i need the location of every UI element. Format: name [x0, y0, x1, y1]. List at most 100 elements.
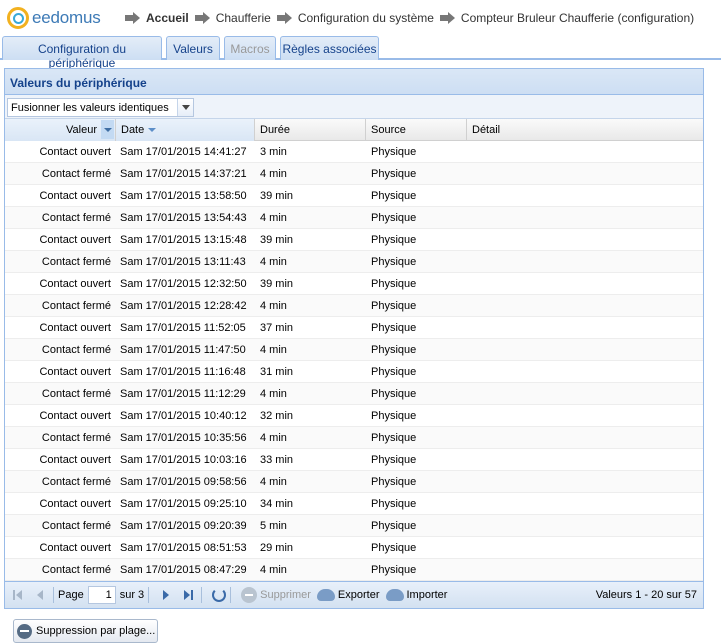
- table-row[interactable]: Contact fermé Sam 17/01/2015 08:47:29 4 mi…: [5, 559, 703, 581]
- table-row[interactable]: Contact fermé Sam 17/01/2015 09:58:56 4 mi…: [5, 471, 703, 493]
- cell-duree: 4 min: [260, 168, 287, 180]
- cell-valeur: Contact fermé: [41, 212, 111, 224]
- column-header-date[interactable]: Date: [116, 119, 255, 141]
- table-row[interactable]: Contact ouvert Sam 17/01/2015 11:16:48 31 …: [5, 361, 703, 383]
- cell-valeur: Contact ouvert: [39, 190, 111, 202]
- table-row[interactable]: Contact ouvert Sam 17/01/2015 13:15:48 39 …: [5, 229, 703, 251]
- cell-duree: 33 min: [260, 454, 294, 466]
- table-row[interactable]: Contact fermé Sam 17/01/2015 14:37:21 4 mi…: [5, 163, 703, 185]
- cell-valeur: Contact fermé: [41, 476, 111, 488]
- table-row[interactable]: Contact fermé Sam 17/01/2015 12:28:42 4 mi…: [5, 295, 703, 317]
- breadcrumb-device[interactable]: Compteur Bruleur Chaufferie (configurati…: [434, 11, 694, 25]
- table-row[interactable]: Contact ouvert Sam 17/01/2015 09:25:10 34 …: [5, 493, 703, 515]
- range-delete-button[interactable]: Suppression par plage...: [13, 619, 158, 643]
- cell-source: Physique: [371, 564, 417, 576]
- import-button[interactable]: Importer: [385, 589, 447, 601]
- grouping-select[interactable]: Fusionner les valeurs identiques: [7, 98, 194, 117]
- paging-info: Valeurs 1 - 20 sur 57: [595, 589, 697, 601]
- breadcrumb-chaufferie[interactable]: Chaufferie: [189, 11, 271, 25]
- cell-duree: 4 min: [260, 344, 287, 356]
- cell-source: Physique: [371, 388, 417, 400]
- cell-date: Sam 17/01/2015 09:20:39: [120, 520, 247, 532]
- tab-values[interactable]: Valeurs: [166, 36, 220, 60]
- breadcrumb-home[interactable]: Accueil: [119, 11, 189, 25]
- column-header-detail[interactable]: Détail: [467, 119, 703, 141]
- cell-source: Physique: [371, 476, 417, 488]
- cloud-download-icon: [385, 589, 404, 601]
- minus-circle-icon: [241, 587, 258, 603]
- column-menu-icon[interactable]: [101, 120, 114, 139]
- cell-date: Sam 17/01/2015 14:41:27: [120, 146, 247, 158]
- table-row[interactable]: Contact fermé Sam 17/01/2015 11:47:50 4 mi…: [5, 339, 703, 361]
- cell-source: Physique: [371, 146, 417, 158]
- table-row[interactable]: Contact fermé Sam 17/01/2015 09:20:39 5 mi…: [5, 515, 703, 537]
- cell-detail: [467, 251, 703, 272]
- cell-date: Sam 17/01/2015 10:03:16: [120, 454, 247, 466]
- cell-duree: 39 min: [260, 278, 294, 290]
- separator: [53, 587, 54, 603]
- table-row[interactable]: Contact fermé Sam 17/01/2015 11:12:29 4 mi…: [5, 383, 703, 405]
- cell-valeur: Contact ouvert: [39, 542, 111, 554]
- chevron-down-icon[interactable]: [177, 99, 193, 116]
- next-page-icon[interactable]: [157, 586, 175, 604]
- previous-page-icon[interactable]: [31, 586, 49, 604]
- cell-valeur: Contact fermé: [41, 564, 111, 576]
- table-row[interactable]: Contact ouvert Sam 17/01/2015 12:32:50 39 …: [5, 273, 703, 295]
- table-row[interactable]: Contact ouvert Sam 17/01/2015 14:41:27 3 m…: [5, 141, 703, 163]
- table-row[interactable]: Contact ouvert Sam 17/01/2015 10:40:12 32 …: [5, 405, 703, 427]
- table-row[interactable]: Contact ouvert Sam 17/01/2015 11:52:05 37 …: [5, 317, 703, 339]
- table-row[interactable]: Contact fermé Sam 17/01/2015 10:35:56 4 mi…: [5, 427, 703, 449]
- delete-button[interactable]: Supprimer: [241, 587, 311, 603]
- breadcrumb-system-config[interactable]: Configuration du système: [271, 11, 434, 25]
- refresh-icon[interactable]: [212, 588, 227, 602]
- export-button[interactable]: Exporter: [316, 589, 380, 601]
- cell-detail: [467, 339, 703, 360]
- cell-duree: 34 min: [260, 498, 294, 510]
- cell-duree: 39 min: [260, 190, 294, 202]
- table-row[interactable]: Contact fermé Sam 17/01/2015 13:11:43 4 mi…: [5, 251, 703, 273]
- cell-date: Sam 17/01/2015 11:47:50: [120, 344, 246, 356]
- cell-date: Sam 17/01/2015 11:12:29: [120, 388, 246, 400]
- cell-detail: [467, 317, 703, 338]
- last-page-icon[interactable]: [179, 586, 197, 604]
- logo-text: eedomus: [32, 8, 101, 27]
- page-number-input[interactable]: 1: [87, 586, 116, 604]
- eedomus-logo[interactable]: eedomus: [7, 7, 119, 29]
- cell-source: Physique: [371, 454, 417, 466]
- panel-title: Valeurs du périphérique: [5, 69, 703, 95]
- cell-duree: 5 min: [260, 520, 287, 532]
- cell-date: Sam 17/01/2015 08:51:53: [120, 542, 247, 554]
- tab-device-config[interactable]: Configuration du périphérique: [2, 36, 162, 70]
- cell-detail: [467, 163, 703, 184]
- cell-valeur: Contact fermé: [41, 388, 111, 400]
- paging-toolbar: Page 1 sur 3 Supprimer Exporter Importer…: [5, 581, 703, 608]
- tab-rules[interactable]: Règles associées: [280, 36, 379, 60]
- cell-valeur: Contact ouvert: [39, 146, 111, 158]
- cell-date: Sam 17/01/2015 08:47:29: [120, 564, 247, 576]
- cell-source: Physique: [371, 212, 417, 224]
- cell-detail: [467, 383, 703, 404]
- column-header-valeur[interactable]: Valeur: [5, 119, 116, 141]
- cell-duree: 4 min: [260, 432, 287, 444]
- column-header-source[interactable]: Source: [366, 119, 467, 141]
- cell-date: Sam 17/01/2015 09:25:10: [120, 498, 247, 510]
- table-row[interactable]: Contact ouvert Sam 17/01/2015 10:03:16 33 …: [5, 449, 703, 471]
- cell-source: Physique: [371, 410, 417, 422]
- cell-source: Physique: [371, 344, 417, 356]
- cell-date: Sam 17/01/2015 13:11:43: [120, 256, 246, 268]
- table-row[interactable]: Contact ouvert Sam 17/01/2015 13:58:50 39 …: [5, 185, 703, 207]
- cell-date: Sam 17/01/2015 14:37:21: [120, 168, 247, 180]
- cell-detail: [467, 493, 703, 514]
- values-panel: Valeurs du périphérique Fusionner les va…: [4, 68, 704, 609]
- column-header-duree[interactable]: Durée: [255, 119, 366, 141]
- page-count-label: sur 3: [119, 589, 145, 601]
- cloud-upload-icon: [316, 589, 335, 601]
- cell-source: Physique: [371, 520, 417, 532]
- table-row[interactable]: Contact ouvert Sam 17/01/2015 08:51:53 29 …: [5, 537, 703, 559]
- grid-header: Valeur Date Durée Source Détail: [5, 119, 703, 141]
- table-row[interactable]: Contact fermé Sam 17/01/2015 13:54:43 4 mi…: [5, 207, 703, 229]
- first-page-icon[interactable]: [9, 586, 27, 604]
- cell-detail: [467, 141, 703, 162]
- cell-detail: [467, 229, 703, 250]
- cell-duree: 4 min: [260, 476, 287, 488]
